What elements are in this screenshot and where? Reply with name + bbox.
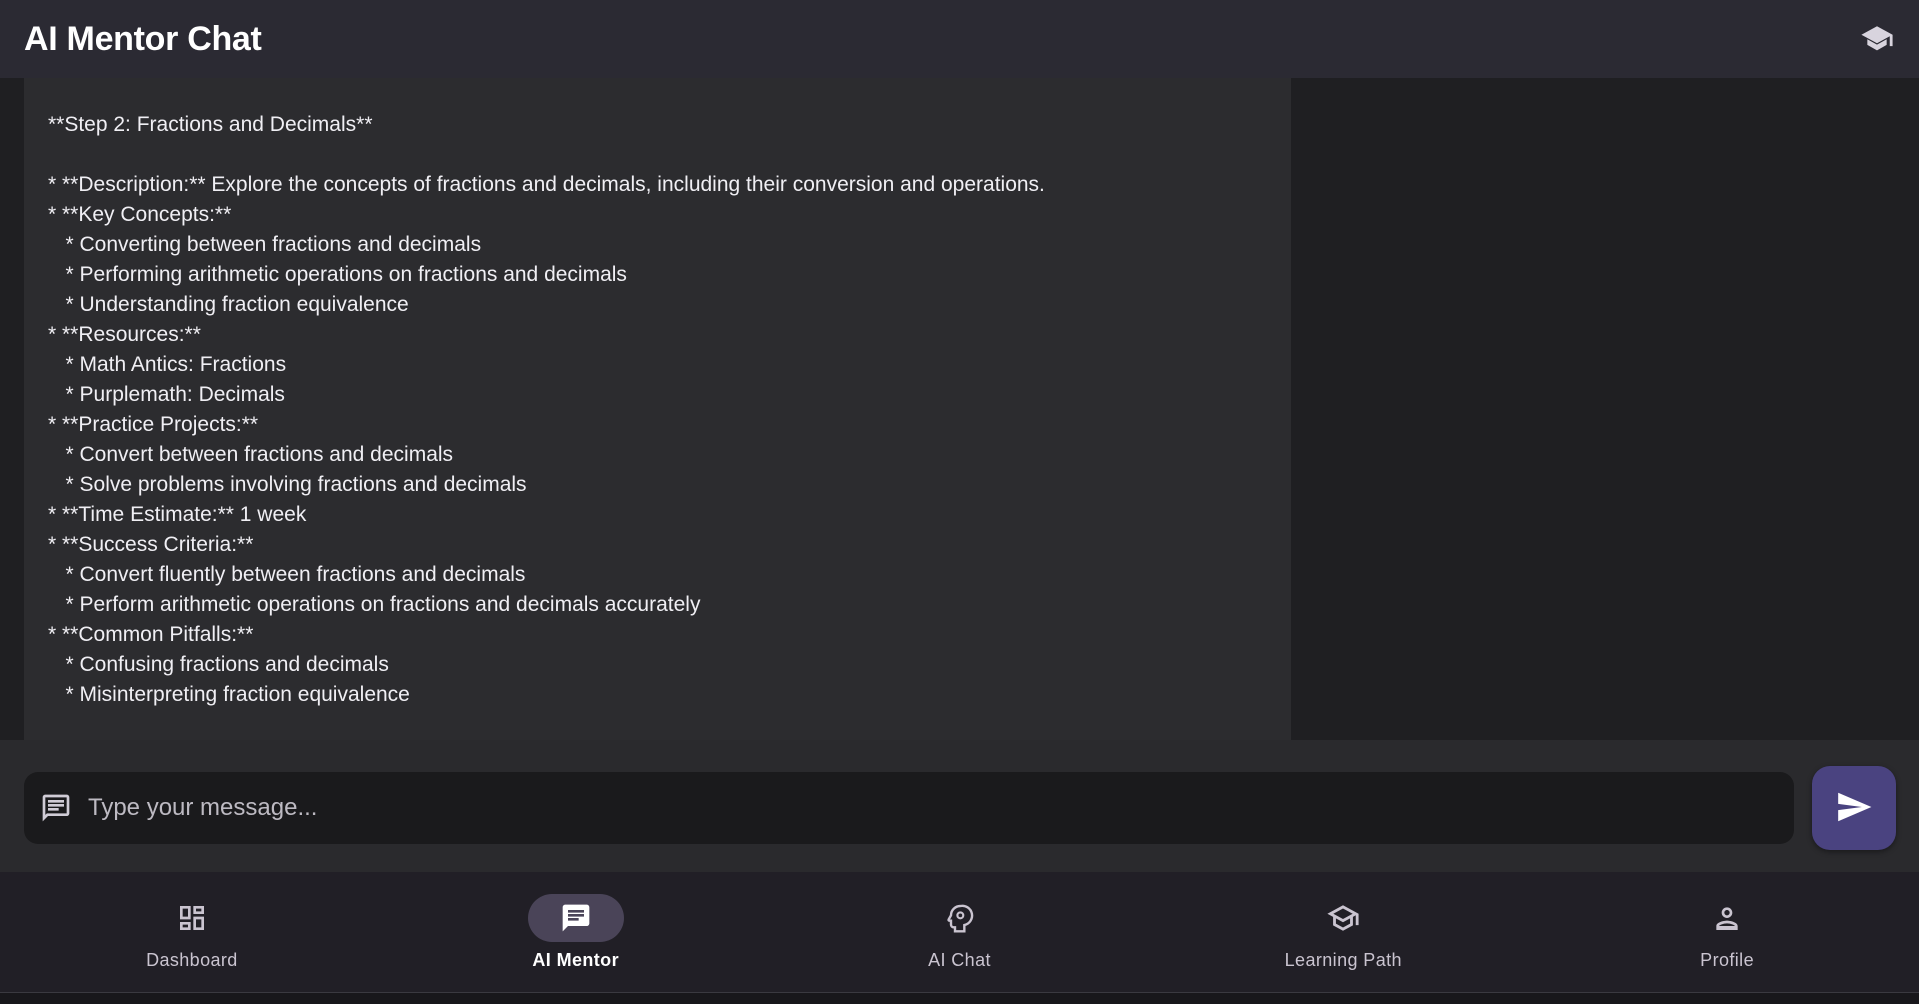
message-composer xyxy=(0,740,1919,872)
nav-item-profile[interactable]: Profile xyxy=(1535,872,1919,992)
top-app-bar: AI Mentor Chat xyxy=(0,0,1919,78)
nav-label-ai-chat: AI Chat xyxy=(928,950,991,970)
send-button[interactable] xyxy=(1812,766,1896,850)
person-icon xyxy=(1679,894,1775,942)
nav-label-profile: Profile xyxy=(1700,950,1754,970)
nav-label-dashboard: Dashboard xyxy=(146,950,238,970)
dashboard-icon xyxy=(144,894,240,942)
nav-label-ai-mentor: AI Mentor xyxy=(532,950,619,970)
bottom-navigation: Dashboard AI Mentor AI Chat Learning Pat… xyxy=(0,872,1919,992)
page-title: AI Mentor Chat xyxy=(24,19,262,58)
nav-item-ai-chat[interactable]: AI Chat xyxy=(768,872,1152,992)
chat-message-area[interactable]: * Ignoring the importance of brackets **… xyxy=(0,78,1919,740)
message-icon xyxy=(527,894,624,942)
assistant-message-bubble: * Ignoring the importance of brackets **… xyxy=(24,78,1291,740)
graduation-cap-icon xyxy=(1295,894,1391,942)
message-input-container[interactable] xyxy=(24,772,1794,844)
psychology-icon xyxy=(911,894,1007,942)
nav-item-learning-path[interactable]: Learning Path xyxy=(1151,872,1535,992)
window-bottom-strip xyxy=(0,992,1919,1004)
graduation-cap-icon[interactable] xyxy=(1859,21,1895,57)
message-icon xyxy=(38,790,74,826)
nav-label-learning-path: Learning Path xyxy=(1284,950,1402,970)
nav-item-ai-mentor[interactable]: AI Mentor xyxy=(384,872,768,992)
assistant-message-text: * Ignoring the importance of brackets **… xyxy=(48,113,1045,706)
message-input[interactable] xyxy=(86,793,1794,823)
app-root: AI Mentor Chat * Ignoring the importance… xyxy=(0,0,1919,1004)
nav-item-dashboard[interactable]: Dashboard xyxy=(0,872,384,992)
send-icon xyxy=(1835,788,1873,829)
